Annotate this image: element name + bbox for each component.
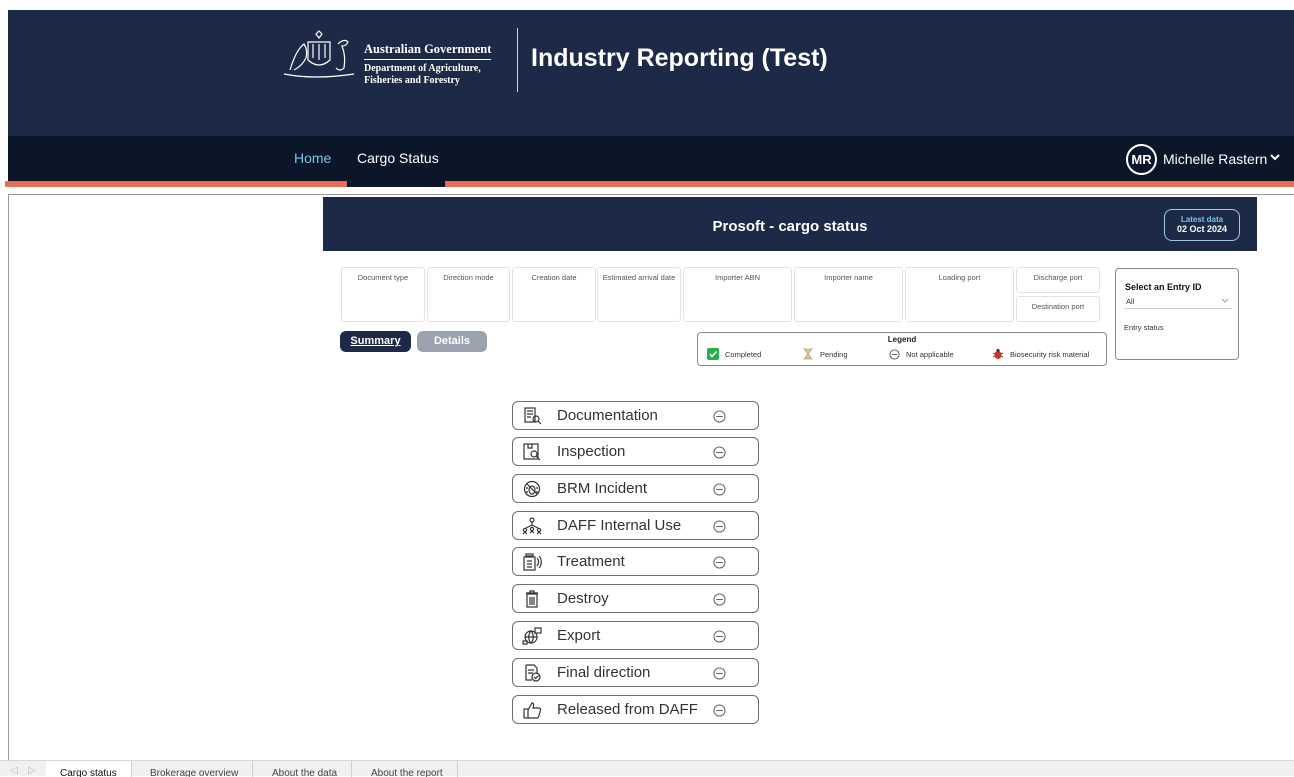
tab-cargo-status[interactable]: Cargo status [46,761,132,777]
page-tab-bar: ◁ ▷ Cargo status Brokerage overview Abou… [0,760,1294,777]
user-avatar[interactable]: MR [1126,144,1157,175]
entry-id-selected-value: All [1126,297,1135,306]
legend-item-not-applicable: Not applicable [888,348,954,360]
step-inspection[interactable]: Inspection [512,437,759,466]
export-icon [522,627,542,645]
filter-estimated-arrival-date[interactable]: Estimated arrival date [597,267,681,322]
step-label: DAFF Internal Use [557,517,682,534]
step-treatment[interactable]: Treatment [512,547,759,576]
department-name-line1: Department of Agriculture, [364,63,481,74]
bug-icon [992,348,1004,360]
entry-id-title: Select an Entry ID [1125,282,1202,292]
step-label: BRM Incident [557,480,648,497]
header-divider [517,28,518,92]
government-title: Australian Government [364,42,492,60]
step-label: Inspection [557,443,626,460]
legend-label: Pending [820,349,848,359]
filter-discharge-port[interactable]: Discharge port [1016,267,1100,293]
minus-circle-icon [713,410,726,423]
documentation-icon [524,407,542,425]
latest-data-date: 02 Oct 2024 [1176,224,1228,234]
step-released-from-daff[interactable]: Released from DAFF [512,695,759,724]
legend-item-pending: Pending [802,348,848,360]
minus-circle-icon [713,556,726,569]
step-export[interactable]: Export [512,621,759,650]
step-brm-incident[interactable]: BRM Incident [512,474,759,503]
filter-importer-abn[interactable]: Importer ABN [683,267,792,322]
department-name-line2: Fisheries and Forestry [364,75,460,86]
final-direction-icon [525,664,541,682]
step-label: Final direction [557,664,651,681]
filter-loading-port[interactable]: Loading port [905,267,1014,322]
coat-of-arms-logo [283,30,355,78]
details-button[interactable]: Details [417,331,487,352]
nav-cargo-status-link[interactable]: Cargo Status [357,150,439,166]
tab-brokerage-overview[interactable]: Brokerage overview [136,761,254,777]
minus-circle-icon [713,704,726,717]
tab-next-icon[interactable]: ▷ [28,765,36,776]
minus-circle-icon [713,446,726,459]
entry-id-panel: Select an Entry ID All Entry status [1115,268,1239,360]
minus-circle-icon [713,593,726,606]
step-daff-internal-use[interactable]: DAFF Internal Use [512,511,759,540]
internal-use-icon [522,517,542,535]
step-label: Export [557,627,601,644]
thumbs-up-icon [523,702,542,719]
latest-data-badge: Latest data 02 Oct 2024 [1164,209,1240,241]
filter-document-type[interactable]: Document type [341,267,425,322]
legend: Legend Completed Pending Not applicable … [697,332,1107,366]
minus-circle-icon [713,667,726,680]
inspection-icon [523,443,541,461]
treatment-icon [523,553,542,571]
filter-creation-date[interactable]: Creation date [512,267,596,322]
trash-icon [526,590,538,608]
minus-circle-icon [713,483,726,496]
step-label: Documentation [557,407,658,424]
legend-label: Not applicable [906,349,954,359]
brm-incident-icon [523,480,541,498]
check-icon [707,348,719,360]
legend-item-biosecurity: Biosecurity risk material [992,348,1089,360]
site-header: Australian Government Department of Agri… [8,10,1294,136]
step-destroy[interactable]: Destroy [512,584,759,613]
nav-active-indicator [347,181,445,187]
summary-button[interactable]: Summary [340,331,411,352]
main-navbar [8,136,1294,181]
step-label: Released from DAFF [557,701,698,718]
nav-home-link[interactable]: Home [294,150,331,166]
minus-circle-icon [888,348,900,360]
step-final-direction[interactable]: Final direction [512,658,759,687]
minus-circle-icon [713,520,726,533]
entry-id-select[interactable]: All [1124,294,1232,309]
filter-destination-port[interactable]: Destination port [1016,296,1100,322]
report-banner: Prosoft - cargo status Latest data 02 Oc… [323,197,1257,251]
chevron-down-icon[interactable] [1270,152,1280,162]
step-label: Destroy [557,590,609,607]
minus-circle-icon [713,630,726,643]
legend-title: Legend [887,335,917,344]
hourglass-icon [802,348,814,360]
filter-importer-name[interactable]: Importer name [794,267,903,322]
user-name[interactable]: Michelle Rastern [1163,151,1267,167]
tab-prev-icon[interactable]: ◁ [10,765,18,776]
legend-item-completed: Completed [707,348,761,360]
tab-about-the-report[interactable]: About the report [357,761,458,777]
tab-about-the-data[interactable]: About the data [258,761,353,777]
app-title: Industry Reporting (Test) [531,44,828,72]
legend-label: Completed [725,349,762,359]
latest-data-label: Latest data [1180,215,1224,224]
legend-label: Biosecurity risk material [1010,349,1090,359]
filter-direction-mode[interactable]: Direction mode [427,267,510,322]
step-label: Treatment [557,553,625,570]
step-documentation[interactable]: Documentation [512,401,759,430]
report-title: Prosoft - cargo status [712,218,868,235]
entry-status-label: Entry status [1124,323,1164,332]
chevron-down-icon [1221,298,1229,303]
nav-accent-bar [5,181,1294,187]
government-branding: Australian Government Department of Agri… [364,42,492,87]
